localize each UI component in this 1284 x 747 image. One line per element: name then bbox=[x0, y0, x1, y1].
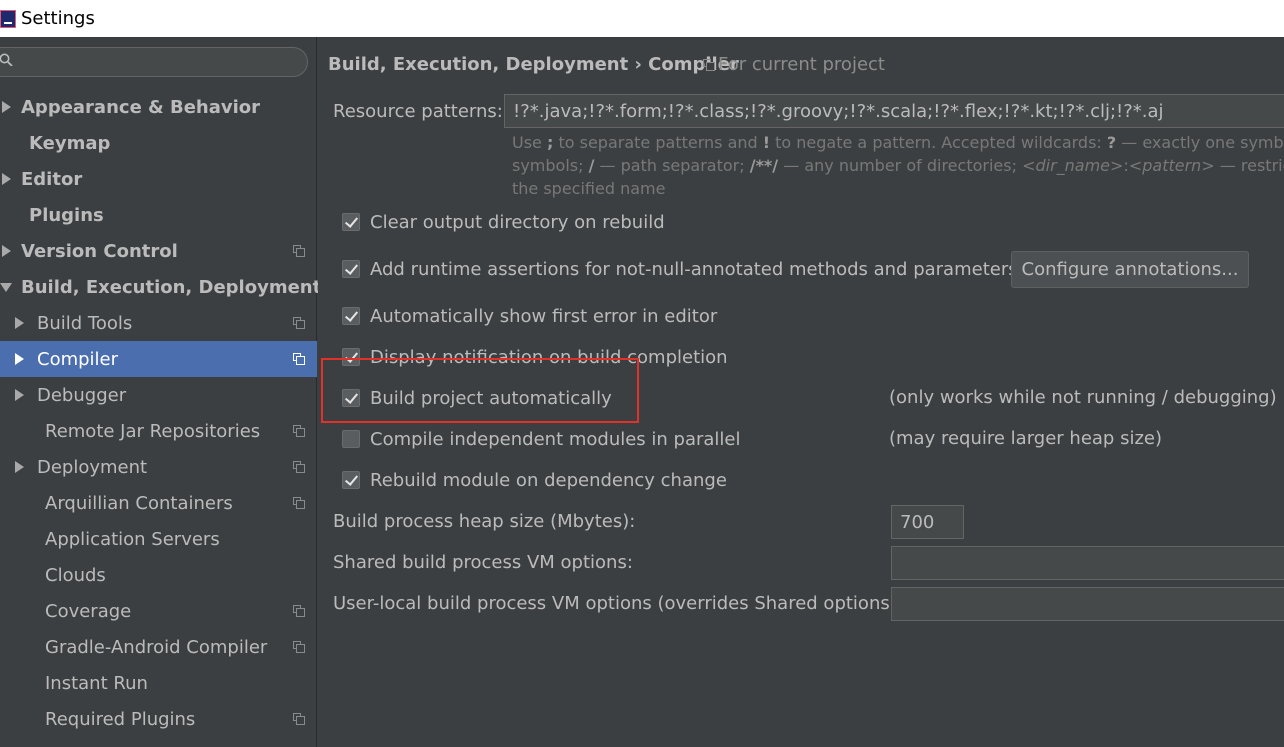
project-scope-icon bbox=[293, 605, 305, 617]
sidebar-item-arquillian-containers[interactable]: Arquillian Containers bbox=[0, 485, 317, 521]
sidebar-item-label: Clouds bbox=[45, 564, 106, 586]
parallel-note: (may require larger heap size) bbox=[889, 428, 1162, 449]
checkbox[interactable] bbox=[342, 213, 360, 231]
sidebar-item-build-execution-deployment[interactable]: Build, Execution, Deployment bbox=[0, 269, 321, 305]
expand-arrow-icon[interactable] bbox=[15, 389, 24, 401]
configure-annotations-button[interactable]: Configure annotations... bbox=[1011, 251, 1249, 288]
app-logo-icon bbox=[0, 9, 16, 28]
sidebar-item-label: Required Plugins bbox=[45, 708, 196, 730]
option-label: Clear output directory on rebuild bbox=[370, 211, 665, 233]
option-label: Compile independent modules in parallel bbox=[370, 428, 741, 450]
sidebar-item-editor[interactable]: Editor bbox=[0, 161, 317, 197]
expand-arrow-icon[interactable] bbox=[15, 461, 24, 473]
sidebar-item-label: Application Servers bbox=[45, 528, 220, 550]
project-scope-icon bbox=[293, 641, 305, 653]
expand-arrow-icon[interactable] bbox=[2, 101, 11, 113]
sidebar-item-remote-jar-repositories[interactable]: Remote Jar Repositories bbox=[0, 413, 317, 449]
title-bar: Settings bbox=[0, 0, 1284, 37]
checkbox[interactable] bbox=[342, 471, 360, 489]
sidebar-item-label: Arquillian Containers bbox=[45, 492, 233, 514]
expand-arrow-icon[interactable] bbox=[15, 353, 24, 365]
user-vm-options-input[interactable] bbox=[891, 587, 1284, 621]
option-compile-parallel[interactable]: Compile independent modules in parallel bbox=[342, 426, 741, 452]
sidebar-item-debugger[interactable]: Debugger bbox=[0, 377, 317, 413]
sidebar-item-clouds[interactable]: Clouds bbox=[0, 557, 317, 593]
option-runtime-assertions[interactable]: Add runtime assertions for not-null-anno… bbox=[342, 256, 1018, 282]
shared-vm-options-label: Shared build process VM options: bbox=[333, 552, 633, 573]
resource-patterns-label: Resource patterns: bbox=[333, 101, 503, 122]
sidebar-item-label: Debugger bbox=[37, 384, 127, 406]
sidebar-item-label: Gradle-Android Compiler bbox=[45, 636, 268, 658]
sidebar-item-plugins[interactable]: Plugins bbox=[0, 197, 317, 233]
sidebar-item-label: Coverage bbox=[45, 600, 132, 622]
sidebar-item-label: Plugins bbox=[29, 204, 104, 226]
project-scope-icon bbox=[293, 425, 305, 437]
sidebar-item-coverage[interactable]: Coverage bbox=[0, 593, 317, 629]
sidebar-item-label: Version Control bbox=[21, 240, 178, 262]
project-scope-icon bbox=[293, 461, 305, 473]
heap-size-label: Build process heap size (Mbytes): bbox=[333, 511, 636, 532]
sidebar-item-label: Build, Execution, Deployment bbox=[21, 276, 322, 298]
sidebar-item-compiler[interactable]: Compiler bbox=[0, 341, 317, 377]
build-auto-note: (only works while not running / debuggin… bbox=[889, 387, 1277, 408]
project-scope-icon bbox=[703, 59, 715, 71]
option-label: Add runtime assertions for not-null-anno… bbox=[370, 258, 1018, 280]
expand-arrow-icon[interactable] bbox=[2, 173, 11, 185]
sidebar-item-label: Deployment bbox=[37, 456, 148, 478]
expand-arrow-icon[interactable] bbox=[2, 245, 11, 257]
project-scope-icon bbox=[293, 497, 305, 509]
option-show-first-error[interactable]: Automatically show first error in editor bbox=[342, 303, 717, 329]
window-title: Settings bbox=[21, 8, 95, 29]
user-vm-options-label: User-local build process VM options (ove… bbox=[333, 593, 903, 614]
sidebar-item-application-servers[interactable]: Application Servers bbox=[0, 521, 317, 557]
checkbox[interactable] bbox=[342, 307, 360, 325]
search-icon bbox=[0, 53, 13, 66]
shared-vm-options-input[interactable] bbox=[891, 546, 1284, 580]
project-scope-icon bbox=[293, 353, 305, 365]
sidebar-item-label: Keymap bbox=[29, 132, 111, 154]
option-label: Automatically show first error in editor bbox=[370, 305, 718, 327]
sidebar-item-gradle-android-compiler[interactable]: Gradle-Android Compiler bbox=[0, 629, 317, 665]
collapse-arrow-icon[interactable] bbox=[0, 282, 12, 292]
sidebar-item-build-tools[interactable]: Build Tools bbox=[0, 305, 317, 341]
sidebar-item-label: Instant Run bbox=[45, 672, 148, 694]
highlight-annotation-box bbox=[321, 358, 639, 423]
option-rebuild-on-dependency-change[interactable]: Rebuild module on dependency change bbox=[342, 467, 727, 493]
sidebar-item-keymap[interactable]: Keymap bbox=[0, 125, 317, 161]
resource-patterns-hint: Use ; to separate patterns and ! to nega… bbox=[512, 133, 1284, 198]
sidebar-item-label: Editor bbox=[21, 168, 83, 190]
sidebar-item-label: Build Tools bbox=[37, 312, 133, 334]
breadcrumb: Build, Execution, Deployment › Compiler bbox=[328, 54, 739, 75]
scope-note: For current project bbox=[718, 54, 885, 75]
resource-patterns-input[interactable]: !?*.java;!?*.form;!?*.class;!?*.groovy;!… bbox=[504, 94, 1284, 128]
checkbox[interactable] bbox=[342, 430, 360, 448]
sidebar-item-label: Remote Jar Repositories bbox=[45, 420, 261, 442]
settings-sidebar: Appearance & Behavior Keymap Editor Plug… bbox=[0, 37, 321, 747]
project-scope-icon bbox=[293, 245, 305, 257]
option-clear-output-directory[interactable]: Clear output directory on rebuild bbox=[342, 209, 665, 235]
sidebar-item-required-plugins[interactable]: Required Plugins bbox=[0, 701, 317, 737]
search-input[interactable] bbox=[0, 47, 308, 77]
heap-size-input[interactable]: 700 bbox=[891, 505, 964, 539]
sidebar-item-version-control[interactable]: Version Control bbox=[0, 233, 317, 269]
sidebar-item-instant-run[interactable]: Instant Run bbox=[0, 665, 317, 701]
sidebar-item-label: Appearance & Behavior bbox=[21, 96, 261, 118]
expand-arrow-icon[interactable] bbox=[15, 317, 24, 329]
sidebar-item-deployment[interactable]: Deployment bbox=[0, 449, 317, 485]
sidebar-item-appearance-behavior[interactable]: Appearance & Behavior bbox=[0, 89, 317, 125]
checkbox[interactable] bbox=[342, 260, 360, 278]
option-label: Rebuild module on dependency change bbox=[370, 469, 727, 491]
sidebar-item-label: Compiler bbox=[37, 348, 119, 370]
project-scope-icon bbox=[293, 317, 305, 329]
project-scope-icon bbox=[293, 713, 305, 725]
